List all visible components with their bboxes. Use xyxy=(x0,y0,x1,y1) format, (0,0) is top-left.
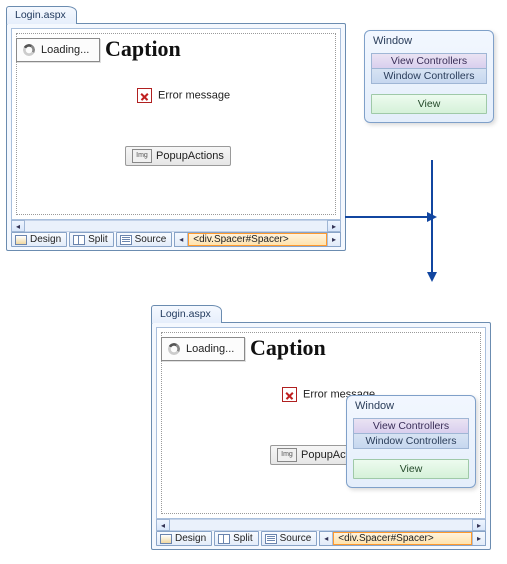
caption-heading: Caption xyxy=(250,335,326,361)
designer-window-top: Login.aspx Loading... Caption Error mess… xyxy=(6,6,346,251)
image-placeholder-icon: Img xyxy=(132,149,152,163)
mode-design[interactable]: Design xyxy=(11,232,67,247)
view-mode-bar: Design Split Source ◂ <div.Spacer#Spacer… xyxy=(156,531,486,546)
crumb-scroll-left[interactable]: ◂ xyxy=(320,532,333,545)
loading-text: Loading... xyxy=(41,44,89,56)
loading-popup: Loading... xyxy=(16,38,100,62)
arrow-horizontal xyxy=(345,216,445,218)
horizontal-scrollbar[interactable]: ◂ ▸ xyxy=(156,519,486,531)
design-canvas[interactable]: Loading... Caption Error message Img Popu… xyxy=(16,33,336,215)
breadcrumb-selected[interactable]: <div.Spacer#Spacer> xyxy=(188,233,327,246)
file-tab[interactable]: Login.aspx xyxy=(6,6,77,24)
mode-design[interactable]: Design xyxy=(156,531,212,546)
crumb-scroll-right[interactable]: ▸ xyxy=(327,233,340,246)
window-controllers-row[interactable]: Window Controllers xyxy=(371,69,487,84)
scroll-right-button[interactable]: ▸ xyxy=(327,220,341,232)
mode-split[interactable]: Split xyxy=(214,531,258,546)
mode-split[interactable]: Split xyxy=(69,232,113,247)
view-button[interactable]: View xyxy=(371,94,487,114)
scroll-left-button[interactable]: ◂ xyxy=(156,519,170,531)
mode-source[interactable]: Source xyxy=(261,531,318,546)
horizontal-scrollbar[interactable]: ◂ ▸ xyxy=(11,220,341,232)
popup-actions-button[interactable]: Img PopupActions xyxy=(125,146,231,166)
loading-text: Loading... xyxy=(186,343,234,355)
tag-navigator: ◂ <div.Spacer#Spacer> ▸ xyxy=(319,531,486,546)
scroll-right-button[interactable]: ▸ xyxy=(472,519,486,531)
popup-actions-label: PopupActions xyxy=(156,150,224,162)
spinner-icon xyxy=(23,44,35,56)
window-palette-bottom: Window View Controllers Window Controlle… xyxy=(346,395,476,488)
crumb-scroll-right[interactable]: ▸ xyxy=(472,532,485,545)
error-icon xyxy=(282,387,297,402)
tag-navigator: ◂ <div.Spacer#Spacer> ▸ xyxy=(174,232,341,247)
palette-title: Window xyxy=(365,31,493,51)
scroll-left-button[interactable]: ◂ xyxy=(11,220,25,232)
window-palette-top: Window View Controllers Window Controlle… xyxy=(364,30,494,123)
view-controllers-row[interactable]: View Controllers xyxy=(353,418,469,434)
error-icon xyxy=(137,88,152,103)
view-mode-bar: Design Split Source ◂ <div.Spacer#Spacer… xyxy=(11,232,341,247)
loading-popup: Loading... xyxy=(161,337,245,361)
palette-title: Window xyxy=(347,396,475,416)
arrow-vertical xyxy=(431,160,433,290)
error-row: Error message xyxy=(137,88,230,103)
breadcrumb-selected[interactable]: <div.Spacer#Spacer> xyxy=(333,532,472,545)
error-text: Error message xyxy=(158,89,230,101)
view-button[interactable]: View xyxy=(353,459,469,479)
window-controllers-row[interactable]: Window Controllers xyxy=(353,434,469,449)
crumb-scroll-left[interactable]: ◂ xyxy=(175,233,188,246)
spinner-icon xyxy=(168,343,180,355)
mode-source[interactable]: Source xyxy=(116,232,173,247)
view-controllers-row[interactable]: View Controllers xyxy=(371,53,487,69)
image-placeholder-icon: Img xyxy=(277,448,297,462)
file-tab[interactable]: Login.aspx xyxy=(151,305,222,323)
caption-heading: Caption xyxy=(105,36,181,62)
